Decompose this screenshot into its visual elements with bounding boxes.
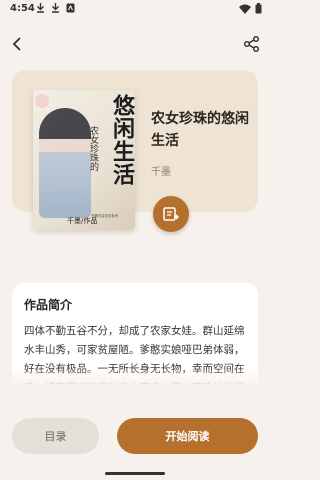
- top-app-bar: [0, 28, 270, 60]
- book-title: 农女珍珠的悠闲生活: [151, 111, 249, 149]
- share-icon: [243, 35, 260, 53]
- notification-icons: [36, 3, 75, 13]
- intro-fade: [12, 368, 258, 386]
- home-indicator[interactable]: [105, 472, 165, 475]
- start-reading-button[interactable]: 开始阅读: [117, 418, 258, 454]
- intro-heading: 作品简介: [24, 298, 73, 312]
- back-arrow-icon: [12, 37, 21, 51]
- wifi-icon: [239, 4, 251, 14]
- switch-source-button[interactable]: [153, 196, 189, 232]
- cover-figure-illustration: [39, 108, 91, 218]
- book-author[interactable]: 千墨: [151, 163, 171, 178]
- book-cover[interactable]: 悠闲生活 农女珍珠的 千墨/作品 书籍内容仅供参考: [33, 90, 135, 230]
- switch-source-icon: [163, 207, 179, 221]
- status-bar: 4:54: [0, 0, 270, 18]
- status-time: 4:54: [10, 3, 35, 14]
- back-button[interactable]: [8, 34, 28, 54]
- cover-subtitle-art: 农女珍珠的: [88, 126, 98, 171]
- app-notification-icon: [66, 3, 75, 13]
- share-button[interactable]: [242, 34, 262, 54]
- cover-footer-text: 书籍内容仅供参考: [91, 214, 119, 218]
- cover-flower-decoration: [35, 94, 49, 108]
- download-icon: [37, 3, 44, 13]
- system-icons: [239, 3, 262, 14]
- battery-icon: [255, 3, 262, 14]
- download-icon: [52, 3, 59, 13]
- catalog-button[interactable]: 目录: [12, 418, 99, 454]
